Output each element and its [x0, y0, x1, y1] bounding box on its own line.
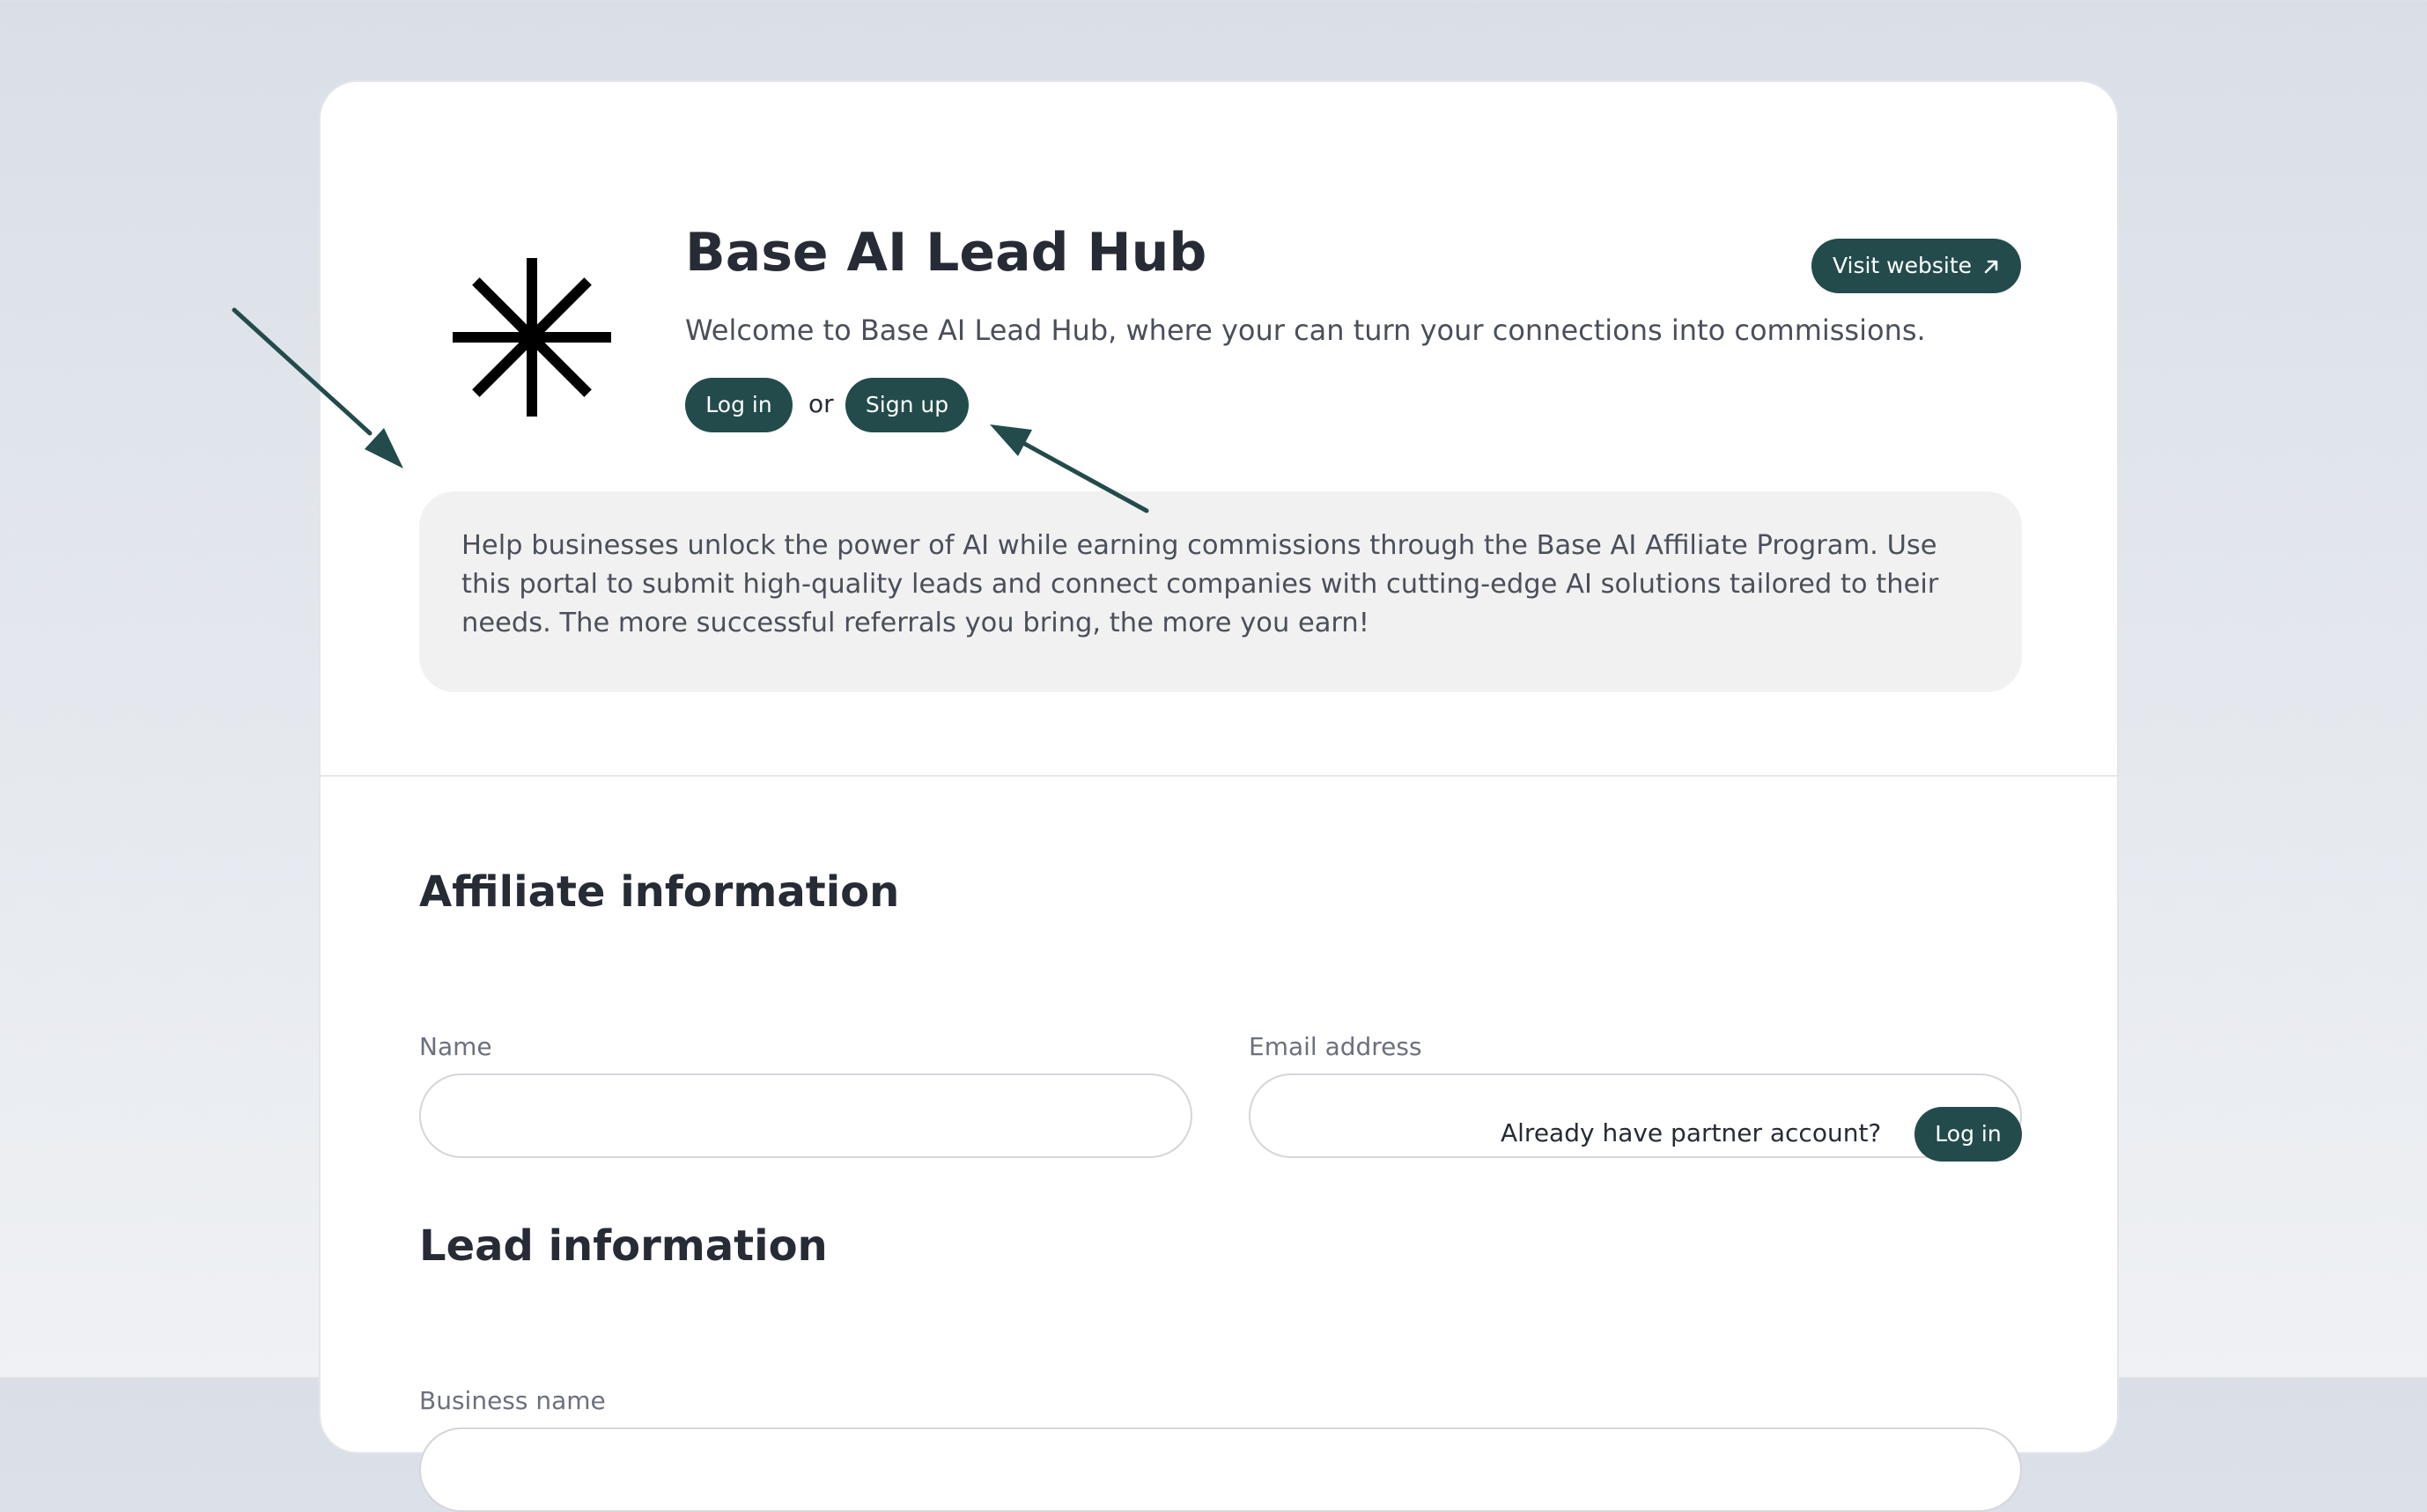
- intro-text: Help businesses unlock the power of AI w…: [461, 530, 1939, 638]
- signup-button[interactable]: Sign up: [845, 378, 969, 432]
- or-separator: or: [808, 389, 834, 418]
- lead-section-title: Lead information: [419, 1221, 828, 1271]
- page-subtitle: Welcome to Base AI Lead Hub, where your …: [685, 313, 1926, 347]
- partner-account-prompt: Already have partner account?: [1501, 1118, 1882, 1147]
- intro-panel: Help businesses unlock the power of AI w…: [419, 491, 2022, 692]
- affiliate-section-title: Affiliate information: [419, 867, 900, 917]
- login-button[interactable]: Log in: [685, 378, 793, 432]
- section-divider: [321, 775, 2117, 777]
- name-input[interactable]: [419, 1073, 1192, 1158]
- page-title: Base AI Lead Hub: [685, 222, 1207, 284]
- visit-website-label: Visit website: [1832, 253, 1973, 278]
- business-name-input[interactable]: [419, 1427, 2022, 1512]
- email-label: Email address: [1249, 1032, 1422, 1061]
- arrow-up-right-icon: [1984, 260, 1998, 274]
- name-label: Name: [419, 1032, 492, 1061]
- main-card: Base AI Lead Hub Visit website Welcome t…: [319, 80, 2119, 1512]
- visit-website-button[interactable]: Visit website: [1811, 239, 2021, 293]
- partner-login-button[interactable]: Log in: [1914, 1107, 2022, 1162]
- asterisk-logo-icon: [453, 258, 611, 417]
- business-name-label: Business name: [419, 1386, 606, 1415]
